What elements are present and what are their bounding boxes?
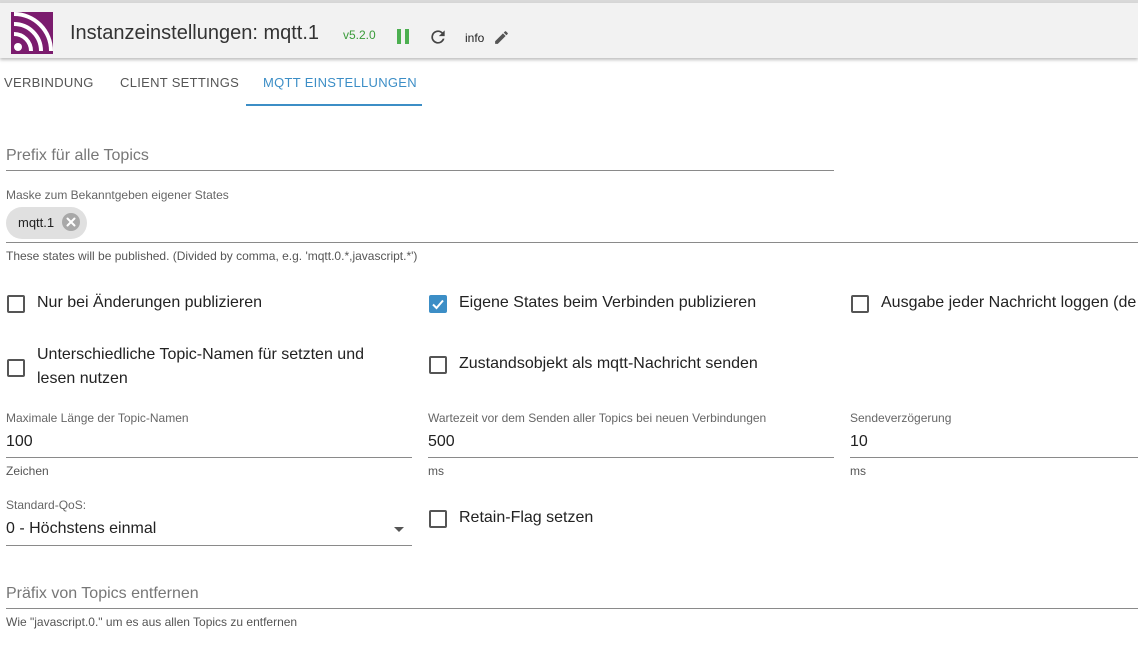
publish-own-states-checkbox[interactable] bbox=[429, 295, 447, 313]
only-changes-label: Nur bei Änderungen publizieren bbox=[37, 294, 263, 311]
dropdown-arrow-icon[interactable] bbox=[394, 527, 404, 532]
send-delay-input[interactable]: 10 bbox=[850, 433, 868, 451]
checkmark-icon bbox=[432, 299, 444, 310]
max-topic-length-underline bbox=[6, 457, 412, 458]
tab-mqtt-einstellungen[interactable]: MQTT EINSTELLUNGEN bbox=[263, 75, 417, 90]
retain-flag-label: Retain-Flag setzen bbox=[459, 509, 594, 526]
qos-label: Standard-QoS: bbox=[6, 498, 87, 512]
remove-prefix-input[interactable]: Präfix von Topics entfernen bbox=[6, 585, 199, 603]
mask-helper-text: These states will be published. (Divided… bbox=[6, 249, 418, 263]
wait-time-underline bbox=[428, 457, 834, 458]
header-bar: Instanzeinstellungen: mqtt.1 v5.2.0 info bbox=[0, 3, 1138, 58]
tab-client-settings[interactable]: CLIENT SETTINGS bbox=[120, 75, 239, 90]
send-delay-unit: ms bbox=[850, 464, 866, 478]
tab-verbindung[interactable]: VERBINDUNG bbox=[4, 75, 94, 90]
mask-input-underline bbox=[6, 242, 1138, 243]
mask-chip[interactable]: mqtt.1 bbox=[6, 207, 87, 239]
wait-time-input[interactable]: 500 bbox=[428, 433, 455, 451]
log-level-label: info bbox=[465, 31, 485, 45]
refresh-icon[interactable] bbox=[428, 27, 448, 47]
different-topic-names-label-line2: lesen nutzen bbox=[37, 370, 128, 387]
wait-time-unit: ms bbox=[428, 464, 444, 478]
state-object-checkbox[interactable] bbox=[429, 356, 447, 374]
different-topic-names-label-line1: Unterschiedliche Topic-Namen für setzten… bbox=[37, 346, 364, 363]
pause-icon[interactable] bbox=[397, 29, 411, 44]
mask-label: Maske zum Bekanntgeben eigener States bbox=[6, 188, 229, 202]
qos-select[interactable]: 0 - Höchstens einmal bbox=[6, 520, 156, 538]
mask-chip-label: mqtt.1 bbox=[18, 215, 55, 230]
remove-prefix-helper: Wie "javascript.0." um es aus allen Topi… bbox=[6, 615, 298, 629]
qos-select-underline bbox=[6, 545, 412, 546]
prefix-input[interactable]: Prefix für alle Topics bbox=[6, 147, 149, 165]
page-title: Instanzeinstellungen: mqtt.1 bbox=[70, 22, 320, 44]
active-tab-indicator bbox=[246, 104, 422, 106]
publish-own-states-label: Eigene States beim Verbinden publizieren bbox=[459, 294, 757, 311]
edit-pencil-icon[interactable] bbox=[493, 29, 510, 46]
send-delay-label: Sendeverzögerung bbox=[850, 411, 952, 425]
max-topic-length-label: Maximale Länge der Topic-Namen bbox=[6, 411, 189, 425]
prefix-input-underline bbox=[6, 170, 834, 171]
different-topic-names-checkbox[interactable] bbox=[7, 359, 25, 377]
state-object-label: Zustandsobjekt als mqtt-Nachricht senden bbox=[459, 355, 758, 372]
send-delay-underline bbox=[850, 457, 1138, 458]
only-changes-checkbox[interactable] bbox=[7, 295, 25, 313]
version-label: v5.2.0 bbox=[343, 28, 376, 42]
max-topic-length-input[interactable]: 100 bbox=[6, 433, 33, 451]
max-topic-length-unit: Zeichen bbox=[6, 464, 49, 478]
mqtt-logo-icon bbox=[11, 12, 53, 54]
log-messages-checkbox[interactable] bbox=[851, 295, 869, 313]
retain-flag-checkbox[interactable] bbox=[429, 510, 447, 528]
log-messages-label: Ausgabe jeder Nachricht loggen (de bbox=[881, 294, 1137, 311]
remove-prefix-underline bbox=[6, 608, 1138, 609]
chip-delete-icon[interactable] bbox=[62, 213, 80, 231]
wait-time-label: Wartezeit vor dem Senden aller Topics be… bbox=[428, 411, 767, 425]
